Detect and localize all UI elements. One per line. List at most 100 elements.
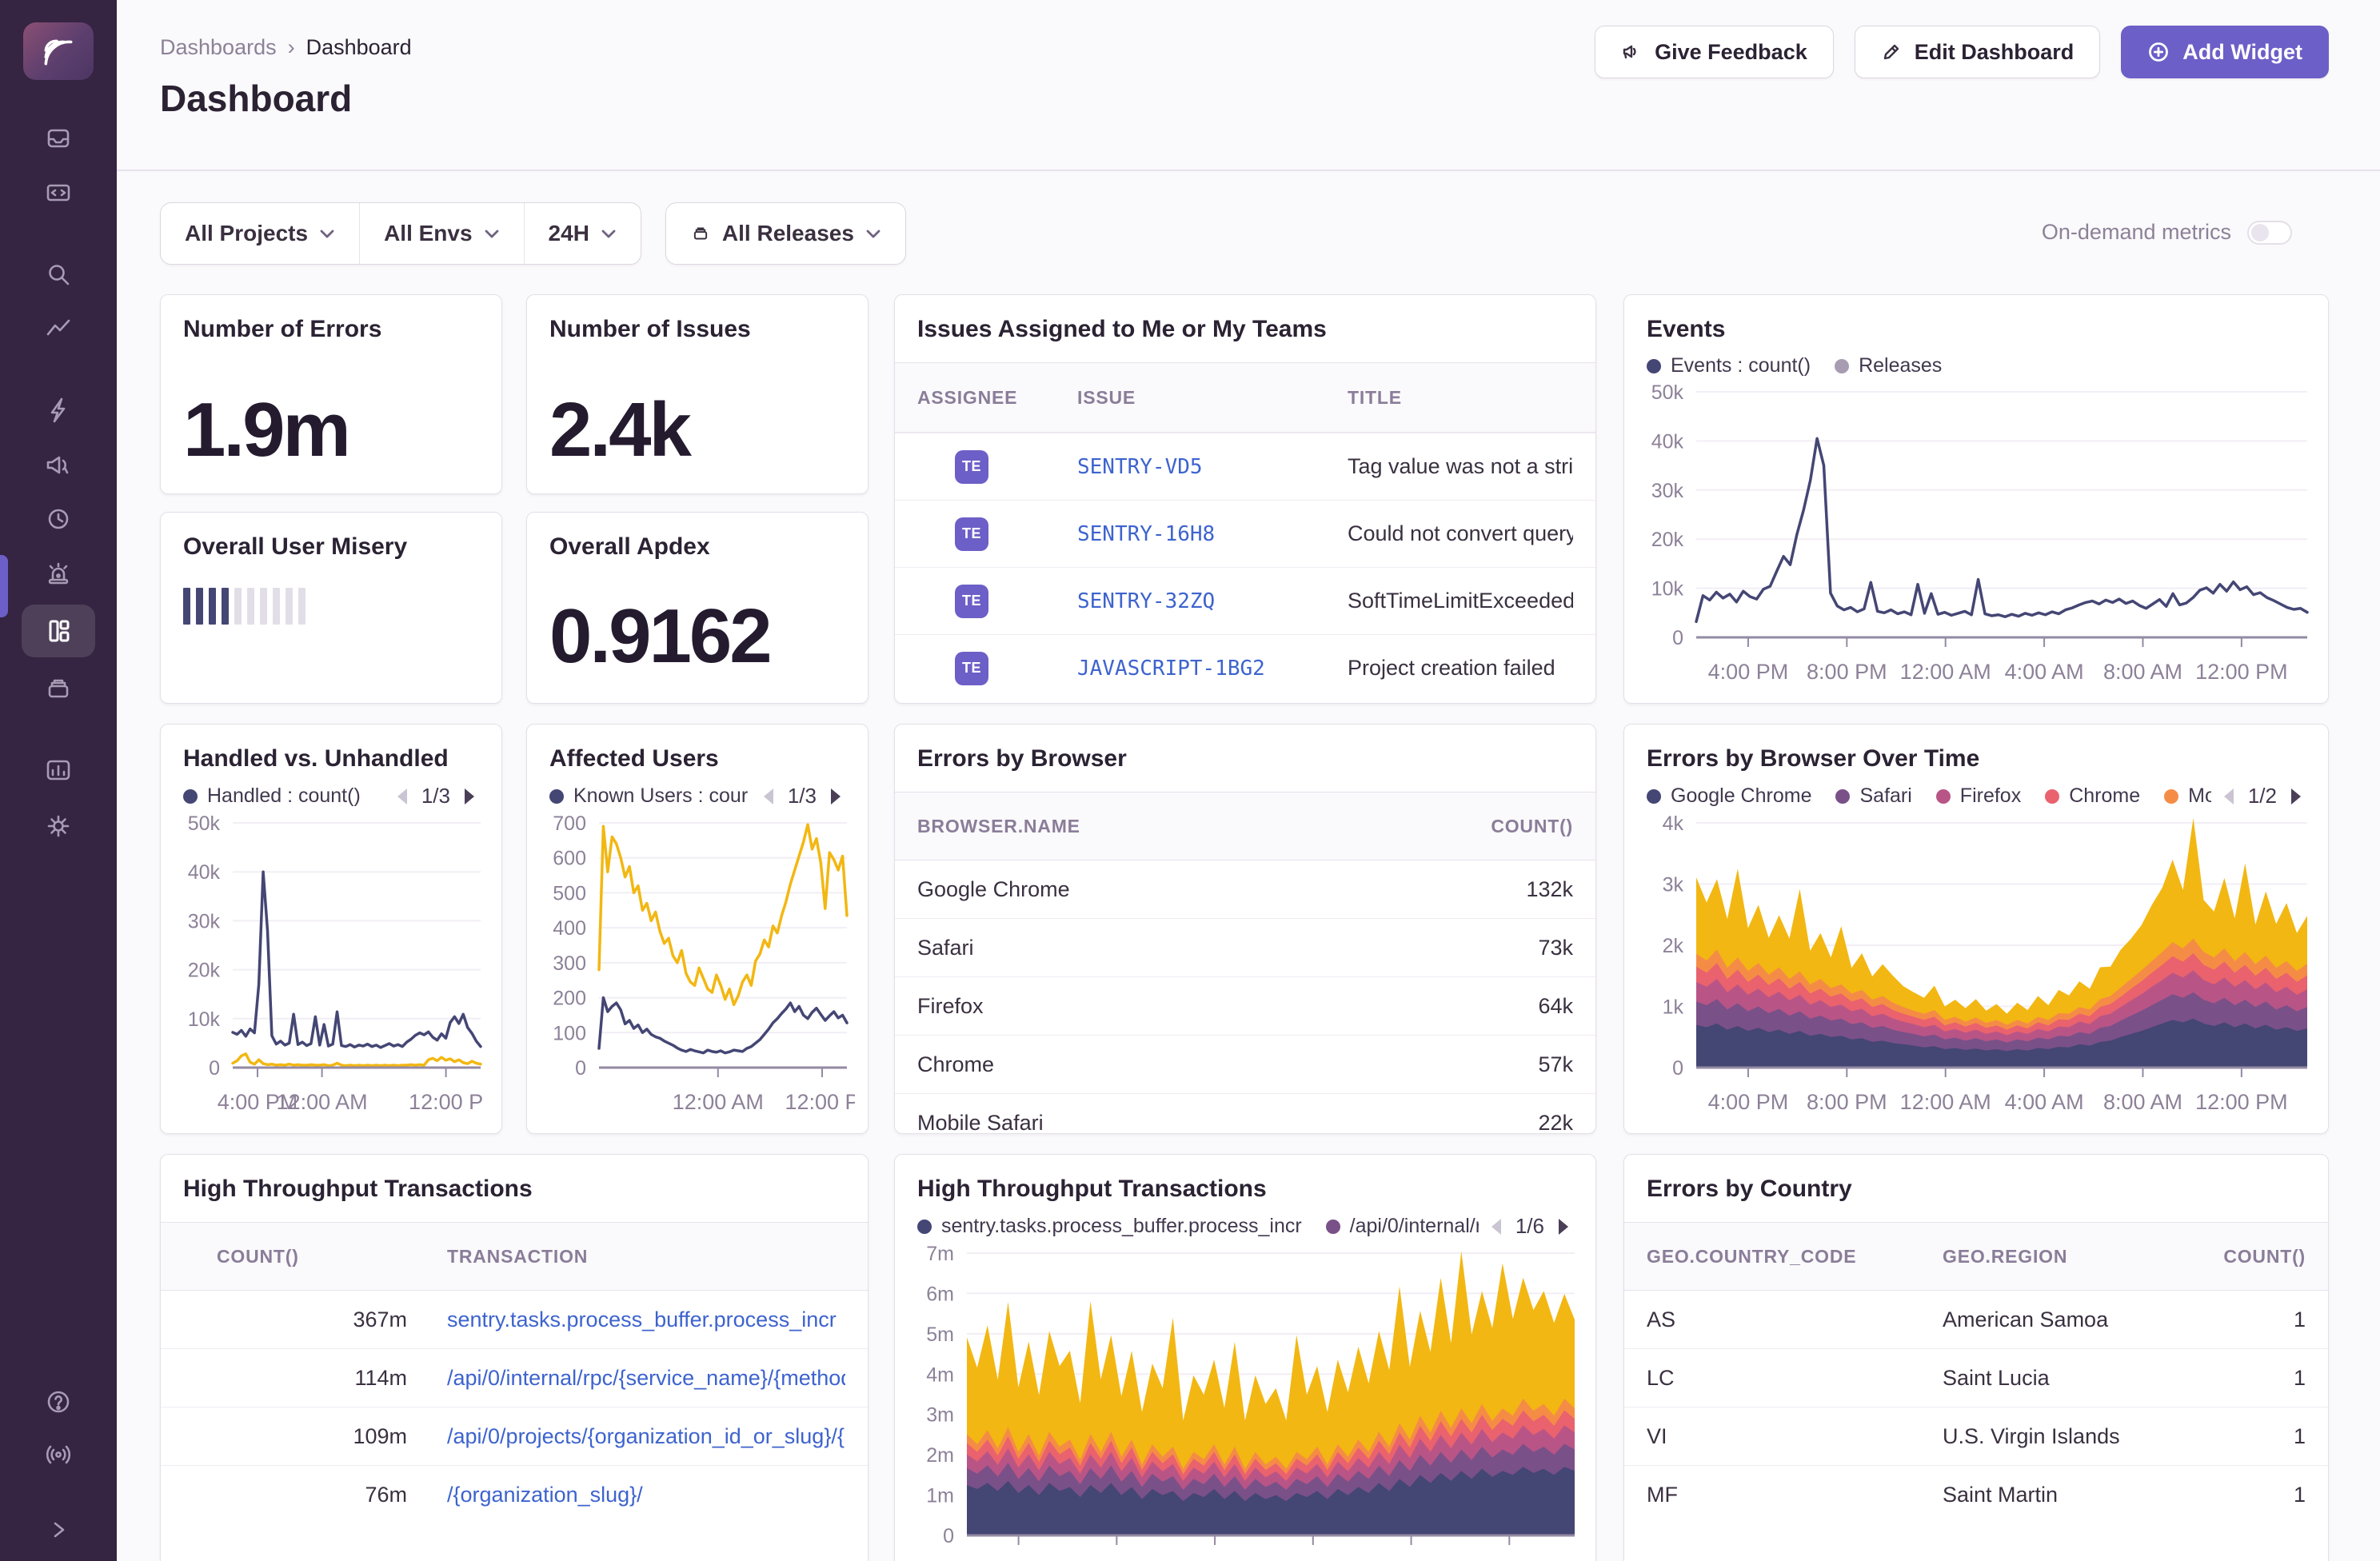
sentry-logo[interactable] (23, 22, 94, 80)
column-header-count[interactable]: COUNT() (2170, 1246, 2306, 1268)
transaction-row[interactable]: 367m sentry.tasks.process_buffer.process… (161, 1291, 868, 1349)
column-header-transaction[interactable]: TRANSACTION (447, 1246, 845, 1268)
alerts-icon[interactable] (40, 555, 77, 592)
column-header-issue[interactable]: ISSUE (1077, 387, 1348, 409)
legend-item[interactable]: sentry.tasks.process_buffer.process_incr (917, 1215, 1302, 1238)
country-row[interactable]: AS American Samoa 1 (1624, 1291, 2328, 1349)
breadcrumb-dashboards[interactable]: Dashboards (160, 35, 277, 60)
transaction-row[interactable]: 76m /{organization_slug}/ (161, 1466, 868, 1524)
legend-item[interactable]: Mobile S (2164, 784, 2211, 808)
performance-icon[interactable] (40, 392, 77, 429)
transaction-link[interactable]: sentry.tasks.process_buffer.process_incr (447, 1307, 845, 1332)
releases-icon[interactable] (40, 670, 77, 707)
browser-row[interactable]: Google Chrome 132k (895, 860, 1595, 919)
legend-item[interactable]: Known Users : cour (549, 784, 748, 808)
assignee-avatar: TE (955, 450, 988, 484)
dashboards-icon[interactable] (22, 605, 95, 657)
issue-title: Tag value was not a strin (1348, 454, 1573, 479)
toggle-knob (2251, 224, 2269, 242)
country-row[interactable]: VI U.S. Virgin Islands 1 (1624, 1407, 2328, 1466)
column-header-assignee[interactable]: ASSIGNEE (917, 387, 1077, 409)
issue-link[interactable]: SENTRY-32ZQ (1077, 589, 1348, 613)
issues-icon[interactable] (40, 120, 77, 157)
legend-item[interactable]: Firefox (1936, 784, 2021, 808)
legend-prev-icon[interactable] (2221, 786, 2237, 807)
legend-prev-icon[interactable] (761, 786, 777, 807)
svg-text:4:00 AM: 4:00 AM (1273, 1558, 1352, 1561)
release-filter[interactable]: All Releases (666, 203, 905, 264)
add-widget-button[interactable]: Add Widget (2121, 26, 2329, 78)
issue-link[interactable]: SENTRY-16H8 (1077, 522, 1348, 546)
legend-next-icon[interactable] (1555, 1216, 1571, 1237)
legend-item[interactable]: Releases (1835, 354, 1942, 377)
legend-item[interactable]: Events : count() (1647, 354, 1811, 377)
give-feedback-button[interactable]: Give Feedback (1595, 26, 1834, 78)
legend-next-icon[interactable] (2288, 786, 2304, 807)
legend-item[interactable]: Google Chrome (1647, 784, 1811, 808)
project-filter[interactable]: All Projects (161, 203, 359, 264)
transaction-row[interactable]: 109m /api/0/projects/{organization_id_or… (161, 1407, 868, 1466)
country-row[interactable]: LC Saint Lucia 1 (1624, 1349, 2328, 1407)
stats-trend-icon[interactable] (40, 310, 77, 347)
column-header-country-code[interactable]: GEO.COUNTRY_CODE (1647, 1246, 1943, 1268)
svg-text:300: 300 (553, 952, 586, 975)
help-icon[interactable] (40, 1383, 77, 1420)
whats-new-broadcast-icon[interactable] (40, 1436, 77, 1473)
legend-item[interactable]: Safari (1835, 784, 1911, 808)
transaction-row[interactable]: 114m /api/0/internal/rpc/{service_name}/… (161, 1349, 868, 1407)
big-number-value: 0.9162 (527, 593, 868, 703)
settings-gear-icon[interactable] (40, 808, 77, 844)
date-range-filter[interactable]: 24H (524, 203, 641, 264)
column-header-browser-name[interactable]: BROWSER.NAME (917, 816, 1413, 837)
issue-title: Could not convert query (1348, 521, 1573, 546)
projects-icon[interactable] (40, 174, 77, 211)
column-header-count[interactable]: COUNT() (183, 1246, 407, 1268)
edit-dashboard-button[interactable]: Edit Dashboard (1855, 26, 2101, 78)
replays-icon[interactable] (40, 501, 77, 537)
issue-link[interactable]: JAVASCRIPT-1BG2 (1077, 657, 1348, 681)
widget-issues-assigned: Issues Assigned to Me or My Teams ASSIGN… (894, 294, 1596, 704)
issue-row[interactable]: TE SENTRY-16H8 Could not convert query (895, 500, 1595, 567)
column-header-region[interactable]: GEO.REGION (1943, 1246, 2170, 1268)
collapse-sidebar-icon[interactable] (40, 1511, 77, 1548)
releases-icon (690, 223, 711, 244)
legend-next-icon[interactable] (461, 786, 477, 807)
browser-row[interactable]: Chrome 57k (895, 1036, 1595, 1094)
throughput-stacked-area-chart[interactable]: 01m2m3m4m5m6m7m4:00 PM8:00 PM12:00 AM4:0… (898, 1242, 1583, 1561)
issue-row[interactable]: TE SENTRY-32ZQ SoftTimeLimitExceeded (895, 567, 1595, 634)
feedback-megaphone-icon[interactable] (40, 446, 77, 483)
browser-row[interactable]: Firefox 64k (895, 977, 1595, 1036)
transaction-link[interactable]: /api/0/projects/{organization_id_or_slug… (447, 1424, 845, 1449)
affected-users-line-chart[interactable]: 010020030040050060070012:00 AM12:00 P (530, 812, 855, 1132)
browser-row[interactable]: Mobile Safari 22k (895, 1094, 1595, 1134)
column-header-count[interactable]: COUNT() (1413, 816, 1573, 837)
legend-next-icon[interactable] (828, 786, 844, 807)
misery-bar (247, 588, 254, 625)
legend-item[interactable]: Handled : count() (183, 784, 361, 808)
legend-item[interactable]: /api/0/internal/r (1326, 1215, 1479, 1238)
svg-text:40k: 40k (1651, 430, 1684, 453)
legend-label: sentry.tasks.process_buffer.process_incr (941, 1215, 1302, 1238)
handled-line-chart[interactable]: 010k20k30k40k50k4:00 PM12:00 AM12:00 P (164, 812, 489, 1132)
search-icon[interactable] (40, 256, 77, 293)
browser-row[interactable]: Safari 73k (895, 919, 1595, 977)
column-header-title[interactable]: TITLE (1348, 387, 1573, 409)
issue-link[interactable]: SENTRY-VD5 (1077, 455, 1348, 479)
legend-prev-icon[interactable] (394, 786, 410, 807)
browser-stacked-area-chart[interactable]: 01k2k3k4k4:00 PM8:00 PM12:00 AM4:00 AM8:… (1627, 812, 2315, 1132)
events-line-chart[interactable]: 010k20k30k40k50k4:00 PM8:00 PM12:00 AM4:… (1627, 381, 2315, 702)
table-header: COUNT() TRANSACTION (161, 1222, 868, 1291)
big-number-value: 2.4k (527, 386, 868, 493)
environment-filter[interactable]: All Envs (359, 203, 523, 264)
on-demand-metrics-toggle[interactable] (2247, 221, 2292, 245)
legend-prev-icon[interactable] (1488, 1216, 1504, 1237)
transaction-link[interactable]: /{organization_slug}/ (447, 1483, 845, 1507)
issue-row[interactable]: TE JAVASCRIPT-1BG2 Project creation fail… (895, 634, 1595, 701)
issue-row[interactable]: TE SENTRY-VD5 Tag value was not a strin (895, 433, 1595, 500)
insights-chart-icon[interactable] (40, 752, 77, 788)
svg-text:3m: 3m (926, 1404, 954, 1427)
transaction-link[interactable]: /api/0/internal/rpc/{service_name}/{meth… (447, 1366, 845, 1391)
legend-item[interactable]: Chrome (2045, 784, 2140, 808)
legend-pagination: 1/6 (1488, 1214, 1571, 1239)
country-row[interactable]: MF Saint Martin 1 (1624, 1466, 2328, 1524)
